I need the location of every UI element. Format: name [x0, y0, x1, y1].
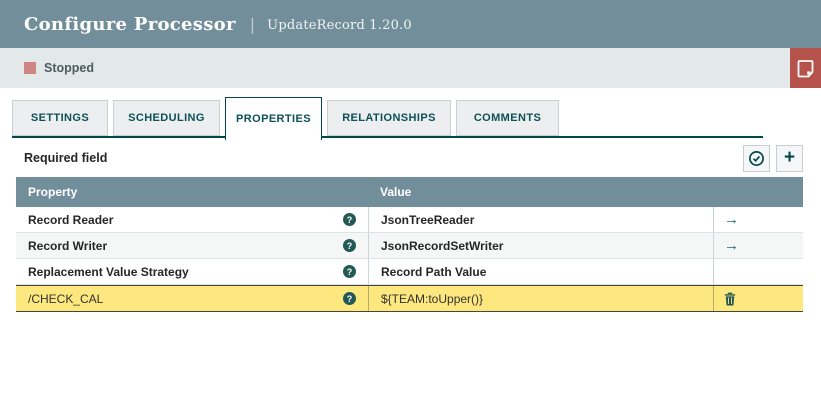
processor-name-version: UpdateRecord 1.20.0 — [267, 17, 412, 33]
dialog-header: Configure Processor | UpdateRecord 1.20.… — [0, 0, 821, 48]
question-circle-icon: ? — [343, 239, 356, 252]
question-circle-icon: ? — [343, 213, 356, 226]
property-value-cell[interactable]: JsonRecordSetWriter — [368, 233, 713, 258]
table-row: Replacement Value Strategy ? Record Path… — [16, 259, 803, 285]
tab-settings[interactable]: SETTINGS — [12, 100, 108, 136]
go-to-service-arrow-icon[interactable]: → — [724, 212, 739, 227]
property-value: JsonRecordSetWriter — [381, 238, 504, 253]
property-name: Replacement Value Strategy — [28, 264, 189, 279]
question-circle-icon: ? — [343, 265, 356, 278]
table-row: Record Reader ? JsonTreeReader → — [16, 207, 803, 233]
tab-comments[interactable]: COMMENTS — [456, 100, 559, 136]
question-circle-icon: ? — [343, 292, 356, 305]
table-header-row: Property Value — [16, 177, 803, 207]
property-name: /CHECK_CAL — [28, 291, 104, 306]
property-value: ${TEAM:toUpper()} — [381, 291, 484, 306]
property-name: Record Reader — [28, 212, 114, 227]
property-value: JsonTreeReader — [381, 212, 475, 227]
table-row-highlighted: /CHECK_CAL ? ${TEAM:toUpper()} — [16, 285, 803, 312]
sticky-note-icon — [797, 59, 814, 77]
check-circle-icon — [749, 150, 764, 166]
title-divider: | — [249, 14, 256, 34]
status-label: Stopped — [44, 61, 94, 75]
column-header-property: Property — [28, 185, 78, 199]
tab-properties[interactable]: PROPERTIES — [225, 97, 322, 140]
toolbar-buttons: + — [743, 144, 803, 172]
tab-relationships[interactable]: RELATIONSHIPS — [327, 100, 451, 136]
stopped-state-icon — [24, 62, 36, 74]
property-value-cell[interactable]: ${TEAM:toUpper()} — [368, 286, 713, 311]
go-to-service-arrow-icon[interactable]: → — [724, 238, 739, 253]
property-name: Record Writer — [28, 238, 108, 253]
bulletin-indicator — [790, 48, 821, 88]
table-row: Record Writer ? JsonRecordSetWriter → — [16, 233, 803, 259]
tab-scheduling[interactable]: SCHEDULING — [113, 100, 220, 136]
property-value: Record Path Value — [381, 264, 487, 279]
plus-icon: + — [783, 146, 796, 168]
dialog-title: Configure Processor — [24, 13, 236, 35]
add-property-button[interactable]: + — [776, 144, 803, 172]
delete-property-button[interactable] — [724, 292, 736, 306]
property-value-cell[interactable]: Record Path Value — [368, 259, 713, 284]
config-tabs: SETTINGS SCHEDULING PROPERTIES RELATIONS… — [12, 97, 763, 140]
status-bar: Stopped — [0, 48, 821, 88]
properties-table: Property Value Record Reader ? JsonTreeR… — [16, 177, 803, 312]
property-value-cell[interactable]: JsonTreeReader — [368, 207, 713, 232]
column-header-value: Value — [380, 185, 412, 199]
verify-properties-button[interactable] — [743, 144, 770, 172]
properties-toolbar: Required field + — [16, 144, 803, 172]
trash-icon — [724, 292, 736, 306]
required-field-label: Required field — [24, 151, 108, 165]
